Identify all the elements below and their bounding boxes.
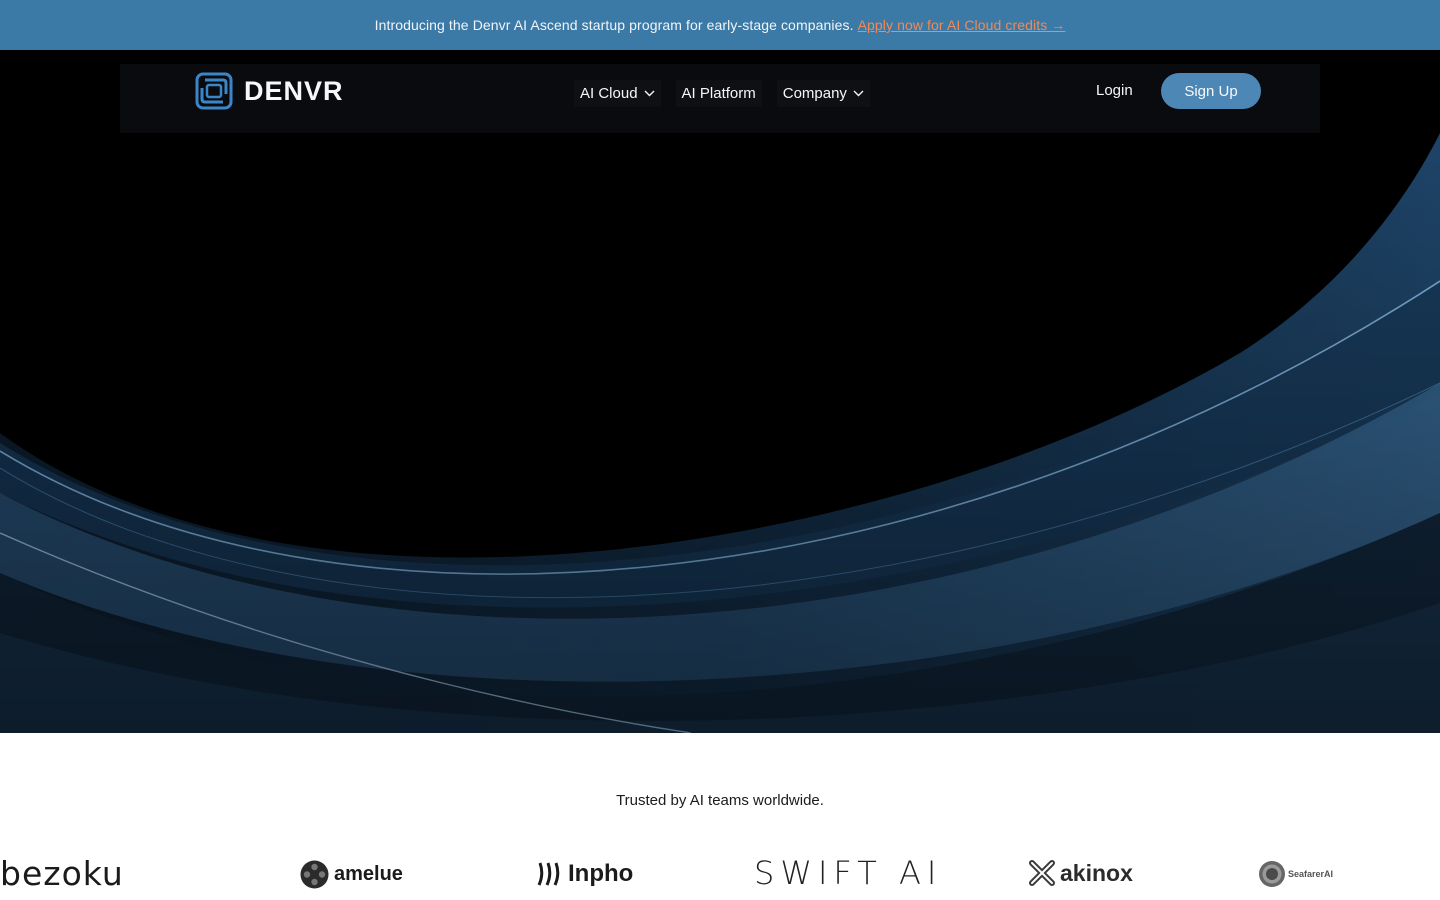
customer-logo-text: akinox bbox=[1060, 859, 1133, 886]
customer-logo-text: SWIFT AI bbox=[754, 854, 943, 892]
trusted-caption: Trusted by AI teams worldwide. bbox=[616, 792, 824, 809]
customer-logo-bezoku: bezoku bbox=[0, 851, 124, 895]
akinox-mark-icon bbox=[1029, 860, 1055, 886]
denvr-logo-icon bbox=[195, 72, 233, 110]
customer-logo-amelue: amelue bbox=[300, 859, 403, 889]
customer-logo-text: bezoku bbox=[0, 853, 124, 893]
signup-button[interactable]: Sign Up bbox=[1161, 73, 1261, 109]
nav-item-label: AI Cloud bbox=[580, 85, 638, 102]
announcement-text: Introducing the Denvr AI Ascend startup … bbox=[374, 17, 854, 33]
customer-logo-inpho: Inpho bbox=[536, 859, 633, 889]
navbar: DENVR AI Cloud AI Platform Company Login… bbox=[120, 64, 1320, 133]
customer-logo-text: amelue bbox=[334, 862, 403, 885]
customer-logos: bezoku amelue Inpho SWIFT AI akinox Seaf… bbox=[0, 851, 1440, 896]
customer-logo-swift-ai: SWIFT AI bbox=[754, 854, 943, 892]
inpho-mark-icon bbox=[537, 862, 560, 886]
customer-logo-seafarerai: SeafarerAI bbox=[1258, 859, 1333, 889]
customer-logo-text: Inpho bbox=[568, 860, 634, 887]
chevron-down-icon bbox=[853, 90, 864, 97]
brand-logo[interactable]: DENVR bbox=[195, 72, 344, 110]
nav-item-ai-platform[interactable]: AI Platform bbox=[675, 80, 762, 107]
customer-logo-text: SeafarerAI bbox=[1288, 869, 1334, 879]
chevron-down-icon bbox=[644, 90, 655, 97]
header: DENVR AI Cloud AI Platform Company Login… bbox=[0, 50, 1440, 133]
trusted-section: Trusted by AI teams worldwide. bezoku am… bbox=[0, 733, 1440, 900]
nav-item-company[interactable]: Company bbox=[776, 80, 870, 107]
announcement-cta-link[interactable]: Apply now for AI Cloud credits → bbox=[858, 17, 1066, 33]
customer-logo-akinox: akinox bbox=[1028, 858, 1133, 888]
hero-section bbox=[0, 133, 1440, 733]
announcement-bar: Introducing the Denvr AI Ascend startup … bbox=[0, 0, 1440, 50]
seafarerai-mark-icon bbox=[1259, 861, 1285, 887]
hero-wave-graphic bbox=[0, 133, 1440, 733]
brand-wordmark: DENVR bbox=[244, 75, 344, 106]
nav-item-ai-cloud[interactable]: AI Cloud bbox=[574, 80, 661, 107]
nav-item-label: Company bbox=[782, 85, 847, 102]
amelue-mark-icon bbox=[300, 860, 329, 888]
nav-item-label: AI Platform bbox=[681, 85, 756, 102]
login-link[interactable]: Login bbox=[1096, 82, 1133, 99]
main-menu: AI Cloud AI Platform Company bbox=[574, 80, 885, 107]
